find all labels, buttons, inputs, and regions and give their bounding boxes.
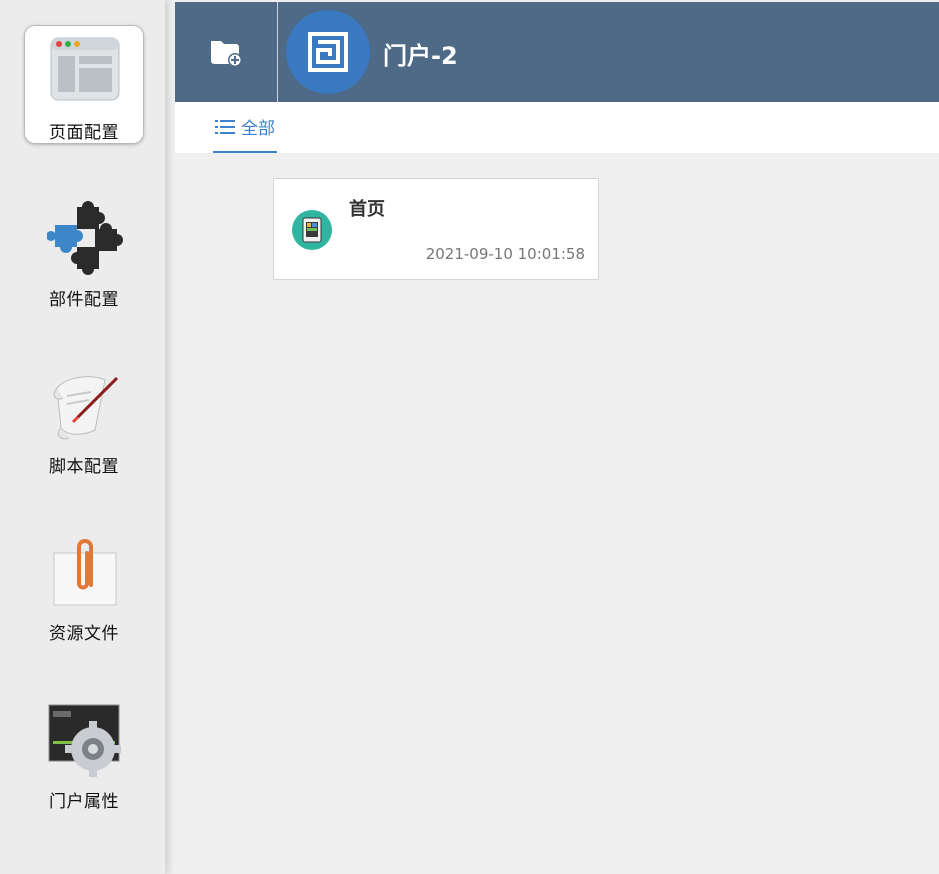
tab-all[interactable]: 全部 — [213, 102, 277, 153]
sidebar-item-portal-properties[interactable]: 门户属性 — [25, 695, 143, 812]
sidebar: 页面配置 部件配置 脚本配置 资源文件 门户属性 — [0, 0, 166, 874]
sidebar-item-label: 门户属性 — [49, 792, 119, 812]
tablet-icon — [302, 217, 322, 243]
portal-logo — [286, 10, 370, 94]
tab-label: 全部 — [241, 119, 275, 139]
paperclip-icon — [53, 539, 117, 606]
folder-add-icon — [211, 41, 242, 67]
page-title: 首页 — [349, 199, 385, 220]
page-card-icon — [292, 210, 332, 250]
page-card[interactable]: 首页 2021-09-10 10:01:58 — [273, 178, 599, 280]
page-timestamp: 2021-09-10 10:01:58 — [425, 245, 585, 263]
sidebar-item-page-config[interactable]: 页面配置 — [25, 26, 143, 143]
tab-bar: 全部 — [175, 102, 939, 153]
add-folder-button[interactable] — [175, 2, 278, 102]
sidebar-item-label: 页面配置 — [49, 123, 119, 143]
gear-monitor-icon — [48, 704, 121, 777]
sidebar-item-script-config[interactable]: 脚本配置 — [25, 360, 143, 477]
scroll-quill-icon — [53, 376, 119, 440]
list-icon — [215, 119, 235, 134]
sidebar-item-label: 资源文件 — [49, 624, 119, 644]
header-bar: 门户-2 — [175, 2, 939, 102]
sidebar-item-widget-config[interactable]: 部件配置 — [25, 193, 143, 310]
browser-window-icon — [50, 37, 120, 101]
sidebar-item-resource-files[interactable]: 资源文件 — [25, 527, 143, 644]
sidebar-item-label: 脚本配置 — [49, 457, 119, 477]
puzzle-pieces-icon — [47, 201, 123, 275]
sidebar-item-label: 部件配置 — [49, 290, 119, 310]
portal-logo-icon — [308, 32, 348, 72]
portal-title: 门户-2 — [383, 42, 458, 70]
